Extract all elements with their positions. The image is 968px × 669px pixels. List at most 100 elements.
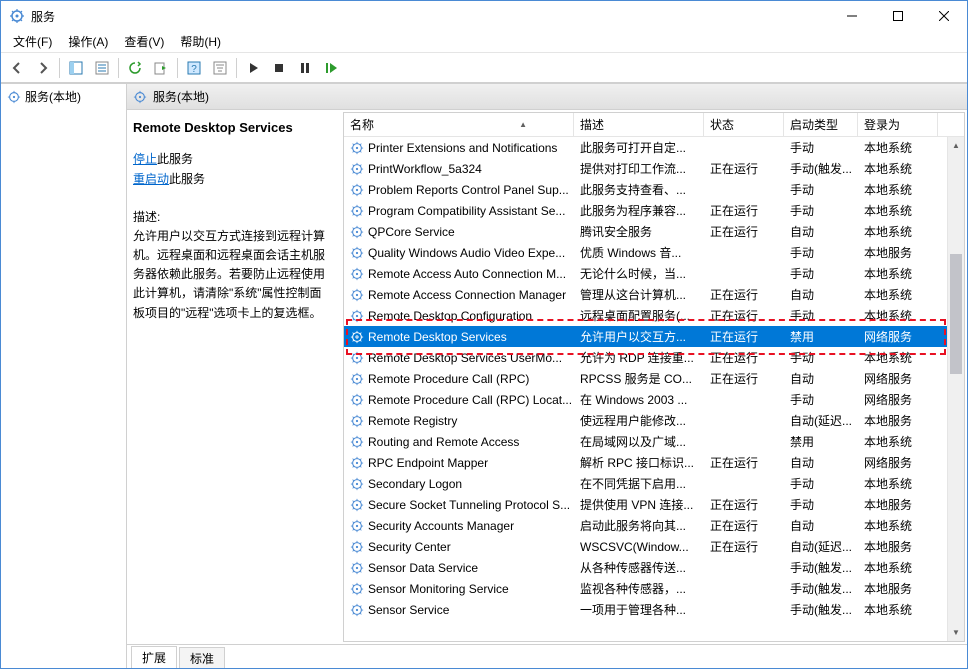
service-name-cell: Sensor Service	[344, 603, 574, 617]
service-name-cell: Printer Extensions and Notifications	[344, 141, 574, 155]
service-logon: 本地系统	[858, 517, 938, 534]
tab-extended[interactable]: 扩展	[131, 646, 177, 668]
service-desc: RPCSS 服务是 CO...	[574, 370, 704, 387]
service-status: 正在运行	[704, 307, 784, 324]
service-row[interactable]: Routing and Remote Access在局域网以及广域...禁用本地…	[344, 431, 964, 452]
service-name: Problem Reports Control Panel Sup...	[368, 183, 569, 197]
service-row[interactable]: Sensor Service一项用于管理各种...手动(触发...本地系统	[344, 599, 964, 620]
column-startup-type[interactable]: 启动类型	[784, 113, 858, 136]
toolbar-separator	[59, 58, 60, 78]
forward-button[interactable]	[31, 56, 55, 80]
start-service-button[interactable]	[241, 56, 265, 80]
service-status: 正在运行	[704, 370, 784, 387]
service-row[interactable]: PrintWorkflow_5a324提供对打印工作流...正在运行手动(触发.…	[344, 158, 964, 179]
menu-action[interactable]: 操作(A)	[60, 31, 116, 52]
tree-root-item[interactable]: 服务(本地)	[1, 84, 126, 109]
service-logon: 本地服务	[858, 412, 938, 429]
service-row[interactable]: Sensor Data Service从各种传感器传送...手动(触发...本地…	[344, 557, 964, 578]
refresh-button[interactable]	[123, 56, 147, 80]
menu-view[interactable]: 查看(V)	[116, 31, 172, 52]
service-row[interactable]: Security CenterWSCSVC(Window...正在运行自动(延迟…	[344, 536, 964, 557]
service-row[interactable]: Remote Procedure Call (RPC)RPCSS 服务是 CO.…	[344, 368, 964, 389]
service-row[interactable]: Remote Procedure Call (RPC) Locat...在 Wi…	[344, 389, 964, 410]
scrollbar-track[interactable]	[948, 154, 964, 624]
export-button[interactable]	[149, 56, 173, 80]
service-desc: WSCSVC(Window...	[574, 540, 704, 554]
gear-icon	[350, 561, 364, 575]
service-desc: 在不同凭据下启用...	[574, 475, 704, 492]
service-row[interactable]: Remote Desktop Services允许用户以交互方...正在运行禁用…	[344, 326, 964, 347]
menu-help[interactable]: 帮助(H)	[172, 31, 229, 52]
service-name: Secure Socket Tunneling Protocol S...	[368, 498, 570, 512]
restart-service-button[interactable]	[319, 56, 343, 80]
close-button[interactable]	[921, 1, 967, 31]
service-row[interactable]: Remote Access Connection Manager管理从这台计算机…	[344, 284, 964, 305]
column-description[interactable]: 描述	[574, 113, 704, 136]
service-row[interactable]: Security Accounts Manager启动此服务将向其...正在运行…	[344, 515, 964, 536]
column-name[interactable]: 名称▲	[344, 113, 574, 136]
service-logon: 本地系统	[858, 223, 938, 240]
service-logon: 本地系统	[858, 349, 938, 366]
service-desc: 启动此服务将向其...	[574, 517, 704, 534]
service-row[interactable]: QPCore Service腾讯安全服务正在运行自动本地系统	[344, 221, 964, 242]
service-row[interactable]: Remote Desktop Configuration远程桌面配置服务(...…	[344, 305, 964, 326]
tree-pane[interactable]: 服务(本地)	[1, 84, 127, 668]
service-status: 正在运行	[704, 454, 784, 471]
service-row[interactable]: Quality Windows Audio Video Expe...优质 Wi…	[344, 242, 964, 263]
show-hide-tree-button[interactable]	[64, 56, 88, 80]
service-row[interactable]: Secondary Logon在不同凭据下启用...手动本地系统	[344, 473, 964, 494]
service-desc: 使远程用户能修改...	[574, 412, 704, 429]
service-row[interactable]: Remote Access Auto Connection M...无论什么时候…	[344, 263, 964, 284]
service-row[interactable]: Printer Extensions and Notifications此服务可…	[344, 137, 964, 158]
scroll-down-button[interactable]: ▼	[948, 624, 964, 641]
service-logon: 本地服务	[858, 538, 938, 555]
back-button[interactable]	[5, 56, 29, 80]
column-logon-as[interactable]: 登录为	[858, 113, 938, 136]
properties-button[interactable]	[90, 56, 114, 80]
toolbar-separator	[118, 58, 119, 78]
service-desc: 监视各种传感器，...	[574, 580, 704, 597]
stop-service-button[interactable]	[267, 56, 291, 80]
service-row[interactable]: Secure Socket Tunneling Protocol S...提供使…	[344, 494, 964, 515]
service-row[interactable]: Sensor Monitoring Service监视各种传感器，...手动(触…	[344, 578, 964, 599]
service-desc: 从各种传感器传送...	[574, 559, 704, 576]
service-row[interactable]: Remote Registry使远程用户能修改...自动(延迟...本地服务	[344, 410, 964, 431]
right-pane-header: 服务(本地)	[127, 84, 967, 110]
pause-service-button[interactable]	[293, 56, 317, 80]
service-desc: 提供对打印工作流...	[574, 160, 704, 177]
scroll-up-button[interactable]: ▲	[948, 137, 964, 154]
service-name-cell: Remote Access Auto Connection M...	[344, 267, 574, 281]
vertical-scrollbar[interactable]: ▲ ▼	[947, 137, 964, 641]
titlebar[interactable]: 服务	[1, 1, 967, 31]
maximize-button[interactable]	[875, 1, 921, 31]
list-body[interactable]: Printer Extensions and Notifications此服务可…	[344, 137, 964, 641]
restart-service-link[interactable]: 重启动	[133, 172, 169, 186]
service-logon: 本地系统	[858, 265, 938, 282]
service-row[interactable]: Problem Reports Control Panel Sup...此服务支…	[344, 179, 964, 200]
services-window: 服务 文件(F) 操作(A) 查看(V) 帮助(H) ?	[0, 0, 968, 669]
service-name-cell: Remote Desktop Configuration	[344, 309, 574, 323]
scrollbar-thumb[interactable]	[950, 254, 962, 374]
service-desc: 解析 RPC 接口标识...	[574, 454, 704, 471]
menubar: 文件(F) 操作(A) 查看(V) 帮助(H)	[1, 31, 967, 53]
column-status[interactable]: 状态	[704, 113, 784, 136]
tab-standard[interactable]: 标准	[179, 647, 225, 668]
menu-file[interactable]: 文件(F)	[5, 31, 60, 52]
service-startup: 手动	[784, 496, 858, 513]
service-status: 正在运行	[704, 202, 784, 219]
stop-service-link[interactable]: 停止	[133, 152, 157, 166]
gear-icon	[350, 162, 364, 176]
minimize-button[interactable]	[829, 1, 875, 31]
service-desc: 一项用于管理各种...	[574, 601, 704, 618]
service-name-cell: Routing and Remote Access	[344, 435, 574, 449]
service-name: Remote Desktop Services	[368, 330, 507, 344]
service-name: QPCore Service	[368, 225, 455, 239]
service-row[interactable]: RPC Endpoint Mapper解析 RPC 接口标识...正在运行自动网…	[344, 452, 964, 473]
filter-button[interactable]	[208, 56, 232, 80]
service-row[interactable]: Program Compatibility Assistant Se...此服务…	[344, 200, 964, 221]
service-status: 正在运行	[704, 328, 784, 345]
gear-icon	[350, 141, 364, 155]
service-name: Remote Access Connection Manager	[368, 288, 566, 302]
help-button[interactable]: ?	[182, 56, 206, 80]
service-row[interactable]: Remote Desktop Services UserMo...允许为 RDP…	[344, 347, 964, 368]
